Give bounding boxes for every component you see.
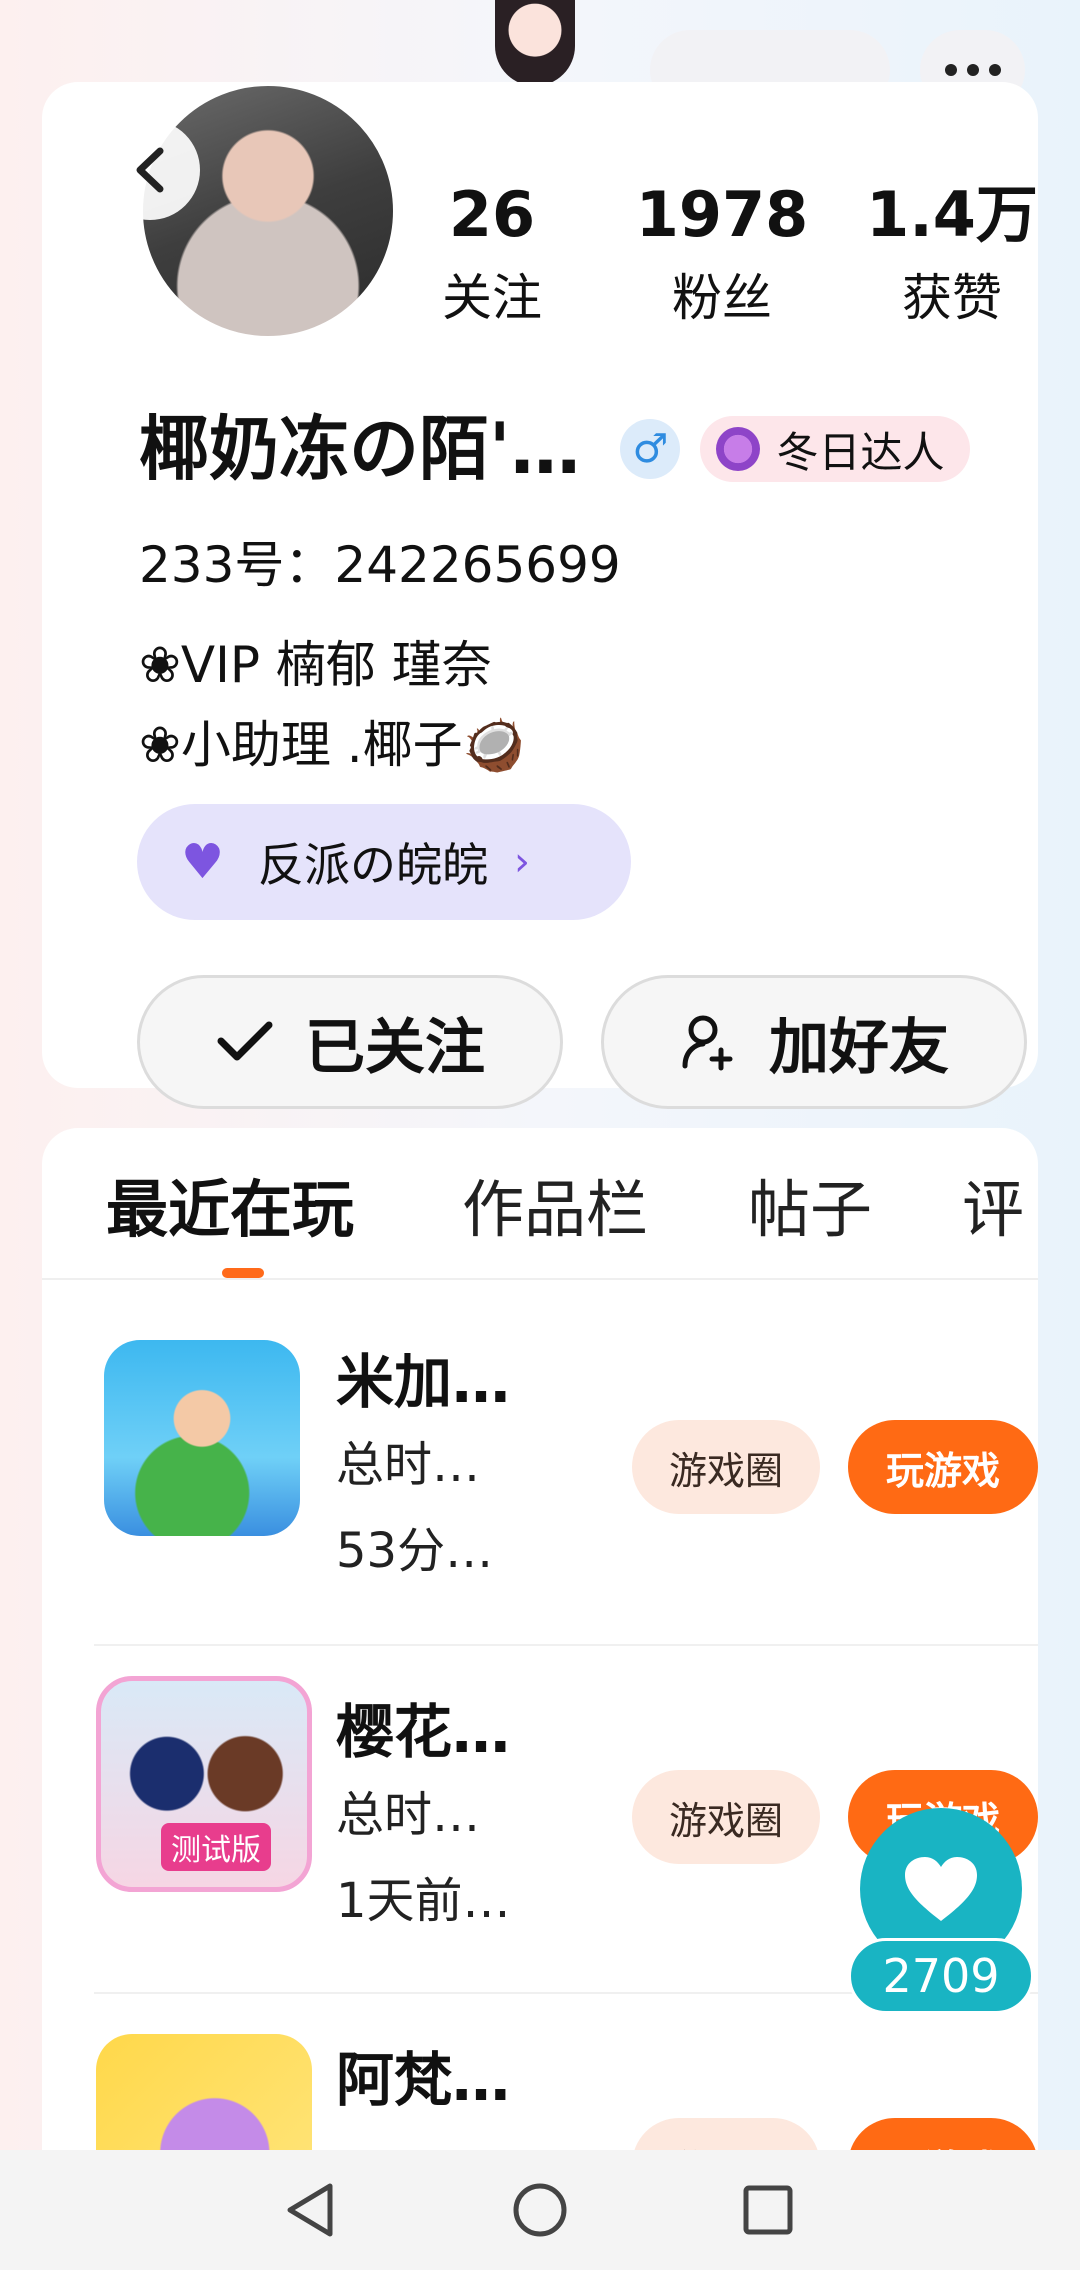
title-badge[interactable]: 冬日达人 [700,416,971,482]
stat-fans[interactable]: 1978 粉丝 [612,180,832,328]
game-circle-button[interactable]: 游戏圈 [632,1770,820,1864]
game-last-played: 53分… [336,1523,494,1579]
circle-home-icon [513,2183,567,2237]
game-playtime: 总时… [336,1787,481,1843]
square-recents-icon [743,2185,793,2235]
fans-count: 1978 [635,178,809,251]
game-icon[interactable] [96,2034,312,2158]
following-label: 关注 [442,269,542,327]
game-row[interactable]: 米加… 总时… 53分… 游戏圈 玩游戏 [94,1296,1038,1644]
check-icon [217,1021,273,1061]
tab-indicator [222,1268,264,1278]
group-name: 反派の皖皖 [258,838,489,892]
system-nav-bar [0,2150,1080,2270]
game-name: 樱花… [336,1698,511,1766]
game-circle-button[interactable]: 游戏圈 [632,1420,820,1514]
stat-likes[interactable]: 1.4万 获赞 [842,180,1062,328]
play-game-button[interactable]: 玩游戏 [848,1420,1038,1514]
nav-home-button[interactable] [502,2172,578,2248]
bio-line: ❀VIP 楠郁 瑾奈 [139,636,492,694]
game-icon[interactable]: 测试版 [96,1676,312,1892]
male-gender-icon: ♂ [620,419,681,479]
heart-icon [905,1857,977,1921]
beta-badge: 测试版 [161,1823,271,1871]
likes-label: 获赞 [902,269,1002,327]
like-count: 2709 [848,1938,1034,2014]
username: 椰奶冻の陌'… [139,408,581,490]
back-button[interactable] [100,120,200,220]
following-count: 26 [448,178,536,251]
game-playtime: 总时… [336,1437,481,1493]
add-user-icon [682,1015,733,1071]
game-name: 阿梵… [336,2046,511,2114]
game-name: 米加… [336,1348,511,1416]
profile-card: 26 关注 1978 粉丝 1.4万 获赞 椰奶冻の陌'… ♂ 冬日达人 233… [42,82,1038,1109]
stat-following[interactable]: 26 关注 [382,180,602,328]
game-icon[interactable] [104,1340,300,1536]
chevron-left-icon [136,147,164,193]
fans-label: 粉丝 [672,269,772,327]
tab-posts[interactable]: 帖子 [748,1170,872,1250]
name-row: 椰奶冻の陌'… ♂ 冬日达人 [139,404,971,494]
nav-recents-button[interactable] [730,2172,806,2248]
bio-line: ❀小助理 .椰子🥥 [139,716,525,774]
group-chip[interactable]: ♥ 反派の皖皖 › [137,804,631,920]
game-last-played: 1天前… [336,1873,511,1929]
more-dots-icon [944,64,957,76]
followed-label: 已关注 [305,1012,485,1083]
triangle-back-icon [287,2183,333,2237]
likes-count: 1.4万 [866,178,1038,251]
nav-back-button[interactable] [272,2172,348,2248]
tab-bar: 最近在玩 作品栏 帖子 评 [42,1128,1038,1280]
header-decoration [495,0,575,86]
medal-icon [716,427,761,471]
add-friend-label: 加好友 [769,1012,949,1083]
tab-works[interactable]: 作品栏 [462,1170,648,1250]
add-friend-button[interactable]: 加好友 [601,975,1027,1109]
tab-recently-played[interactable]: 最近在玩 [106,1170,354,1250]
title-badge-label: 冬日达人 [776,427,945,477]
followed-button[interactable]: 已关注 [137,975,563,1109]
floating-like-widget[interactable]: 2709 [848,1808,1036,2018]
chevron-right-icon: › [514,839,531,885]
heart-icon: ♥ [181,834,225,890]
tab-reviews[interactable]: 评 [962,1170,1024,1250]
user-id: 233号：242265699 [139,536,621,594]
